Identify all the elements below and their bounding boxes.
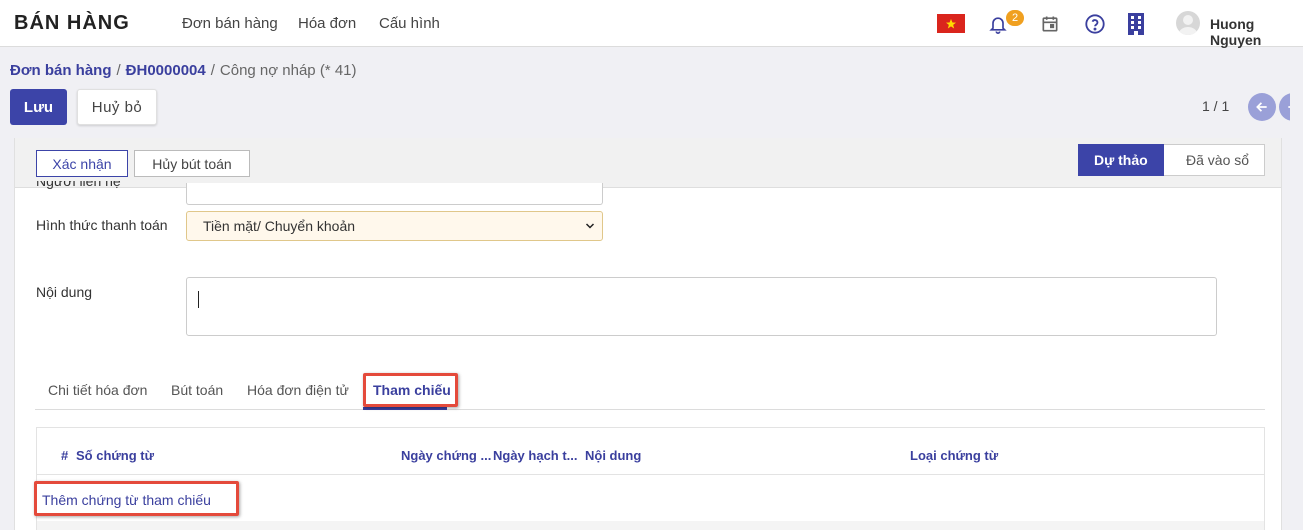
column-header-index[interactable]: # <box>61 448 68 463</box>
pager-value[interactable]: 1 / 1 <box>1202 98 1229 114</box>
stage-draft[interactable]: Dự thảo <box>1078 144 1176 176</box>
contact-label: Người liên hệ <box>36 181 121 189</box>
add-reference-document-link[interactable]: Thêm chứng từ tham chiếu <box>42 492 211 508</box>
user-name[interactable]: Huong Nguyen <box>1210 16 1303 48</box>
tab-e-invoice[interactable]: Hóa đơn điện tử <box>247 382 349 398</box>
form-sheet: Xác nhận Hủy bút toán Dự thảo Đã vào sổ … <box>14 138 1282 530</box>
menu-item-invoices[interactable]: Hóa đơn <box>298 15 356 32</box>
discard-button[interactable]: Huỷ bỏ <box>77 89 157 125</box>
breadcrumb: Đơn bán hàng / ĐH0000004/Công nợ nháp (* 4… <box>10 62 357 79</box>
menu-item-configuration[interactable]: Cấu hình <box>379 15 440 32</box>
breadcrumb-separator: / <box>210 62 215 79</box>
content-label: Nội dung <box>36 284 93 300</box>
calendar-icon[interactable] <box>1038 12 1062 36</box>
tab-bar: Chi tiết hóa đơn Bút toán Hóa đơn điện t… <box>35 370 1265 410</box>
chevron-down-icon <box>585 223 595 229</box>
column-header-document-number[interactable]: Số chứng từ <box>76 448 154 463</box>
reference-table: # Số chứng từ Ngày chứng ... Ngày hạch t… <box>36 427 1265 530</box>
table-header: # Số chứng từ Ngày chứng ... Ngày hạch t… <box>37 428 1264 475</box>
page-scrollbar[interactable] <box>1290 47 1303 530</box>
language-flag-icon[interactable] <box>937 14 965 33</box>
contact-input[interactable] <box>186 183 603 205</box>
breadcrumb-sales-orders[interactable]: Đơn bán hàng <box>10 62 112 79</box>
content-textarea[interactable] <box>186 277 1217 336</box>
tab-journal-entries[interactable]: Bút toán <box>171 382 223 398</box>
user-avatar[interactable] <box>1176 11 1200 35</box>
menu-item-sales-orders[interactable]: Đơn bán hàng <box>182 15 278 32</box>
payment-method-label: Hình thức thanh toán <box>36 217 168 233</box>
table-footer <box>37 521 1264 530</box>
confirm-button[interactable]: Xác nhận <box>36 150 128 177</box>
help-icon[interactable] <box>1083 12 1107 36</box>
arrow-left-icon <box>1256 102 1267 112</box>
tab-references[interactable]: Tham chiếu <box>373 382 451 398</box>
tab-invoice-details[interactable]: Chi tiết hóa đơn <box>48 382 147 398</box>
column-header-document-type[interactable]: Loại chứng từ <box>910 448 998 463</box>
payment-method-value: Tiền mặt/ Chuyển khoản <box>203 218 356 234</box>
breadcrumb-current: Công nợ nháp (* 41) <box>219 62 357 79</box>
stage-posted[interactable]: Đã vào sổ <box>1164 144 1265 176</box>
app-title[interactable]: BÁN HÀNG <box>14 12 130 35</box>
payment-method-select[interactable]: Tiền mặt/ Chuyển khoản <box>186 211 603 241</box>
text-cursor <box>198 291 199 308</box>
column-header-posting-date[interactable]: Ngày hạch t... <box>493 448 578 463</box>
breadcrumb-order-number[interactable]: ĐH0000004 <box>126 62 206 79</box>
company-building-icon[interactable] <box>1124 12 1148 36</box>
active-tab-underline <box>363 407 447 410</box>
pager-previous-button[interactable] <box>1248 93 1276 121</box>
breadcrumb-separator: / <box>116 62 121 79</box>
cancel-entry-button[interactable]: Hủy bút toán <box>134 150 250 177</box>
top-navbar: BÁN HÀNG Đơn bán hàng Hóa đơn Cấu hình 2… <box>0 0 1303 48</box>
column-header-document-date[interactable]: Ngày chứng ... <box>401 448 491 463</box>
save-button[interactable]: Lưu <box>10 89 67 125</box>
notification-count-badge: 2 <box>1006 10 1024 26</box>
column-header-description[interactable]: Nội dung <box>585 448 641 463</box>
status-bar: Xác nhận Hủy bút toán Dự thảo Đã vào sổ <box>15 138 1281 188</box>
